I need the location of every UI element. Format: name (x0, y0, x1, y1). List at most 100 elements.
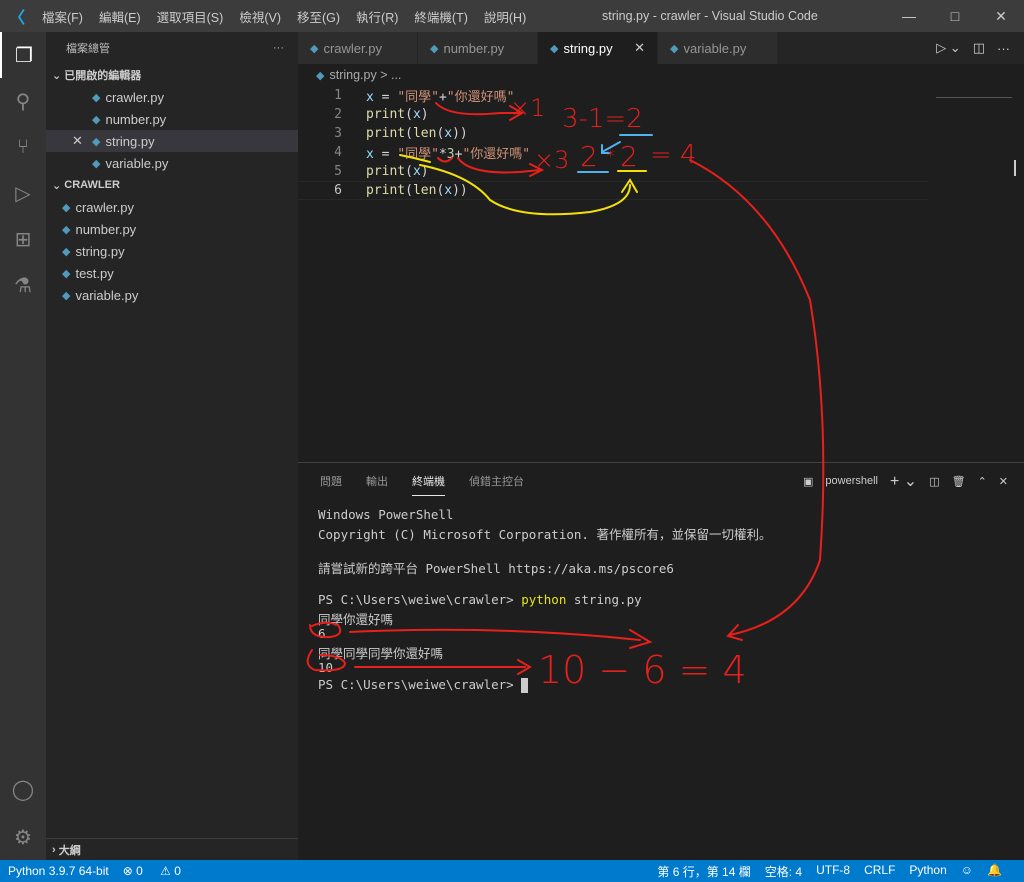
close-tab-icon[interactable]: ✕ (634, 40, 645, 56)
editor-scrollbar[interactable] (1014, 160, 1020, 176)
token: ) (420, 107, 429, 122)
token: print (366, 183, 406, 198)
terminal-line: 請嘗試新的跨平台 PowerShell https://aka.ms/pscor… (318, 561, 674, 576)
token: "同學" (397, 90, 439, 105)
code-text: x = "同學"*3+"你還好嗎" (366, 143, 530, 162)
token: ( (405, 183, 413, 198)
menu-item[interactable]: 終端機(T) (414, 11, 467, 25)
outline-section[interactable]: › 大綱 (46, 838, 298, 860)
token: 3 (446, 147, 455, 162)
problems-indicator[interactable]: ⊗ 0 ⚠ 0 (123, 864, 195, 878)
run-icon[interactable]: ▷ ⌄ (936, 40, 961, 56)
search-icon[interactable]: ⚲ (0, 78, 46, 124)
terminal-line: Copyright (C) Microsoft Corporation. 著作權… (318, 527, 772, 542)
open-editor-item[interactable]: ✕ ◆ string.py (46, 130, 298, 152)
token: print (366, 164, 406, 179)
tab-string[interactable]: ◆ string.py ✕ (538, 32, 658, 64)
line-number: 4 (334, 145, 342, 160)
python-file-icon: ◆ (62, 201, 71, 214)
maximize-panel-icon[interactable]: ⌃ (978, 475, 987, 488)
terminal-command-line: PS C:\Users\weiwe\crawler> python string… (318, 592, 642, 607)
file-item[interactable]: ◆ test.py (46, 262, 298, 284)
tab-crawler[interactable]: ◆ crawler.py (298, 32, 418, 64)
minimize-icon[interactable]: — (886, 0, 932, 32)
python-file-icon: ◆ (550, 42, 559, 55)
maximize-icon[interactable]: □ (932, 0, 978, 32)
token: = (373, 147, 398, 162)
file-item[interactable]: ◆ string.py (46, 240, 298, 262)
shell-name[interactable]: powershell (825, 475, 878, 487)
panel-tab[interactable]: 問題 (320, 467, 342, 496)
account-icon[interactable]: ◯ (0, 766, 46, 812)
explorer-icon[interactable]: ❐ (0, 32, 46, 78)
menu-item[interactable]: 檢視(V) (239, 11, 281, 25)
code-text: print(len(x)) (366, 126, 468, 141)
file-item[interactable]: ◆ crawler.py (46, 196, 298, 218)
token: "同學" (397, 147, 439, 162)
close-icon[interactable]: ✕ (72, 133, 92, 149)
python-file-icon: ◆ (62, 245, 71, 258)
open-editors-section[interactable]: ⌄ 已開啟的編輯器 (46, 64, 298, 86)
file-item[interactable]: ◆ variable.py (46, 284, 298, 306)
testing-flask-icon[interactable]: ⚗ (0, 262, 46, 308)
gear-icon[interactable]: ⚙ (0, 814, 46, 860)
extensions-icon[interactable]: ⊞ (0, 216, 46, 262)
close-icon[interactable]: ✕ (978, 0, 1024, 32)
split-editor-icon[interactable]: ◫ (973, 40, 985, 56)
title-bar: 〈 檔案(F) 編輯(E) 選取項目(S) 檢視(V) 移至(G) 執行(R) 終端機(T)… (0, 0, 1024, 32)
line-ending[interactable]: CRLF (864, 863, 895, 880)
python-file-icon: ◆ (62, 223, 71, 236)
annotation-2b: 2 (620, 140, 638, 173)
open-editor-item[interactable]: ◆ number.py (46, 108, 298, 130)
window-title: string.py - crawler - Visual Studio Code (602, 9, 818, 23)
code-text: print(len(x)) (366, 183, 468, 198)
code-line[interactable]: 1 x = "同學"+"你還好嗎" (298, 86, 928, 105)
panel-tab[interactable]: 終端機 (412, 467, 445, 496)
file-name: crawler.py (75, 199, 134, 215)
cursor-position[interactable]: 第 6 行，第 14 欄 (657, 863, 750, 880)
vscode-logo-icon: 〈 (8, 10, 25, 27)
trash-icon[interactable]: 🗑 (952, 475, 966, 488)
menu-item[interactable]: 說明(H) (484, 11, 526, 25)
notifications-bell-icon[interactable]: 🔔 (987, 863, 1002, 880)
chevron-down-icon: ⌄ (52, 179, 65, 192)
code-line[interactable]: 6 print(len(x)) (298, 181, 928, 200)
open-editor-item[interactable]: ◆ crawler.py (46, 86, 298, 108)
python-file-icon: ◆ (62, 267, 71, 280)
file-item[interactable]: ◆ number.py (46, 218, 298, 240)
menu-item[interactable]: 移至(G) (297, 11, 340, 25)
run-debug-icon[interactable]: ▷ (0, 170, 46, 216)
folder-section[interactable]: ⌄ CRAWLER (46, 174, 298, 196)
breadcrumb[interactable]: ◆ string.py > ... (316, 68, 401, 82)
token: = (373, 90, 398, 105)
file-name: crawler.py (105, 89, 164, 105)
terminal-icon: ▣ (802, 475, 814, 488)
terminal-output-line: 6 (318, 626, 326, 641)
explorer-sidebar: 檔案總管 ··· ⌄ 已開啟的編輯器 ◆ crawler.py ◆ number.py ✕… (46, 32, 298, 860)
language-mode[interactable]: Python (909, 863, 946, 880)
open-editor-item[interactable]: ◆ variable.py (46, 152, 298, 174)
token: x (366, 147, 374, 162)
panel-tab[interactable]: 偵錯主控台 (469, 467, 524, 496)
minimap[interactable] (936, 86, 1012, 98)
menu-item[interactable]: 選取項目(S) (157, 11, 224, 25)
token: x (412, 107, 421, 122)
close-panel-icon[interactable]: ✕ (999, 475, 1008, 488)
python-file-icon: ◆ (316, 70, 325, 82)
encoding[interactable]: UTF-8 (816, 863, 850, 880)
more-actions-icon[interactable]: ··· (997, 41, 1010, 56)
token: print (366, 107, 406, 122)
source-control-icon[interactable]: ⑂ (0, 124, 46, 170)
new-terminal-icon[interactable]: + ⌄ (890, 471, 917, 491)
tab-number[interactable]: ◆ number.py (418, 32, 538, 64)
panel-tab[interactable]: 輸出 (366, 467, 388, 496)
menu-item[interactable]: 執行(R) (356, 11, 398, 25)
menu-item[interactable]: 檔案(F) (42, 11, 83, 25)
indentation[interactable]: 空格: 4 (765, 863, 802, 880)
tab-variable[interactable]: ◆ variable.py (658, 32, 778, 64)
more-actions-icon[interactable]: ··· (273, 42, 284, 54)
feedback-icon[interactable]: ☺ (961, 863, 973, 880)
menu-item[interactable]: 編輯(E) (99, 11, 141, 25)
split-terminal-icon[interactable]: ◫ (929, 475, 939, 488)
python-interpreter[interactable]: Python 3.9.7 64-bit (8, 864, 109, 878)
